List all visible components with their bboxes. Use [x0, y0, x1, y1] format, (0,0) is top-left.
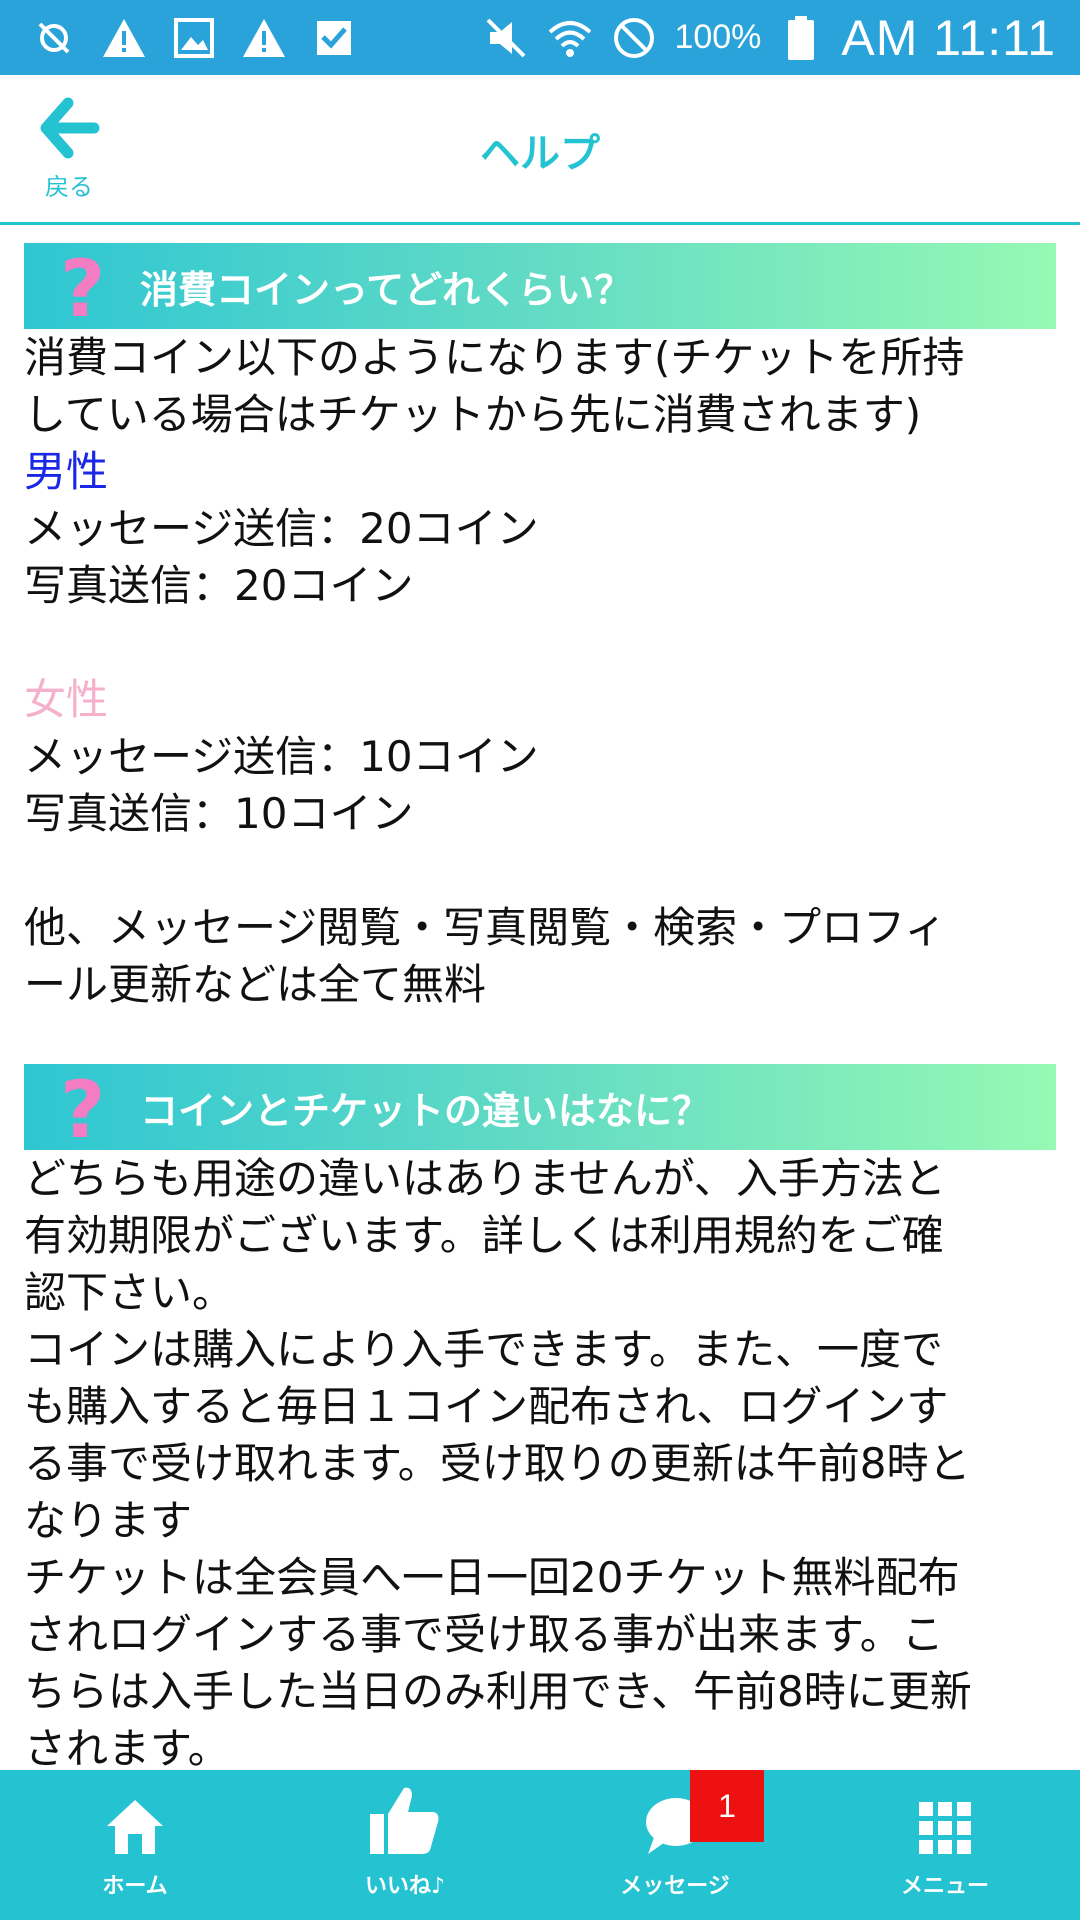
answer-line: どちらも用途の違いはありませんが、入手方法と — [24, 1154, 946, 1203]
status-right-icons: 100% AM 11:11 — [482, 9, 1056, 67]
bottom-nav: ホーム いいね♪ 1 メッセージ メニュー — [0, 1770, 1080, 1920]
nav-message-label: メッセージ — [620, 1874, 730, 1899]
faq-heading: ? 消費コインってどれくらい？ — [24, 243, 1056, 329]
answer-line: なります — [24, 1496, 193, 1545]
answer-line: ちらは入手した当日のみ利用でき、午前8時に更新 — [24, 1667, 972, 1716]
answer-line: メッセージ送信：20コイン — [24, 504, 539, 553]
answer-line: 写真送信：20コイン — [24, 561, 414, 610]
nav-message[interactable]: 1 メッセージ — [540, 1770, 810, 1920]
answer-line: されます。 — [24, 1724, 230, 1770]
answer-line: 写真送信：10コイン — [24, 789, 414, 838]
answer-line: メッセージ送信：10コイン — [24, 732, 539, 781]
answer-line: 消費コイン以下のようになります(チケットを所持 — [24, 333, 965, 382]
female-label: 女性 — [24, 675, 109, 724]
question-icon: ? — [60, 245, 106, 335]
warning-icon — [240, 14, 288, 62]
status-bar: 100% AM 11:11 — [0, 0, 1080, 75]
usb-debug-icon — [30, 14, 78, 62]
faq-answer: どちらも用途の違いはありませんが、入手方法と 有効期限がございます。詳しくは利用… — [24, 1150, 1056, 1770]
nav-menu[interactable]: メニュー — [810, 1770, 1080, 1920]
app-header: 戻る ヘルプ — [0, 75, 1080, 225]
faq-title: 消費コインってどれくらい？ — [140, 267, 633, 312]
clock: AM 11:11 — [841, 9, 1056, 66]
battery-percent: 100% — [674, 18, 762, 56]
nav-menu-label: メニュー — [900, 1874, 989, 1899]
answer-line: している場合はチケットから先に消費されます) — [24, 390, 922, 439]
male-label: 男性 — [24, 447, 109, 496]
answer-line: る事で受け取れます。受け取りの更新は午前8時と — [24, 1439, 971, 1488]
nav-like[interactable]: いいね♪ — [270, 1770, 540, 1920]
home-icon — [105, 1798, 165, 1860]
faq-answer: 消費コイン以下のようになります(チケットを所持 している場合はチケットから先に消… — [24, 329, 1056, 1070]
do-not-disturb-icon — [610, 14, 658, 62]
mute-icon — [482, 14, 530, 62]
help-content[interactable]: ? 消費コインってどれくらい？ 消費コイン以下のようになります(チケットを所持 … — [0, 228, 1080, 1770]
check-icon — [310, 14, 358, 62]
page-title: ヘルプ — [480, 131, 600, 177]
answer-line: コインは購入により入手できます。また、一度で — [24, 1325, 943, 1374]
battery-icon — [777, 14, 825, 62]
answer-line: されログインする事で受け取る事が出来ます。こ — [24, 1610, 944, 1659]
answer-line: ール更新などは全て無料 — [24, 960, 487, 1009]
wifi-icon — [546, 14, 594, 62]
answer-line: も購入すると毎日１コイン配布され、ログインす — [24, 1382, 949, 1431]
grid-menu-icon — [917, 1800, 973, 1860]
answer-line: 他、メッセージ閲覧・写真閲覧・検索・プロフィ — [24, 903, 947, 952]
faq-title: コインとチケットの違いはなに？ — [140, 1088, 711, 1133]
thumbs-up-icon — [368, 1784, 442, 1860]
warning-icon — [100, 14, 148, 62]
nav-home[interactable]: ホーム — [0, 1770, 270, 1920]
answer-line: 有効期限がございます。詳しくは利用規約をご確 — [24, 1211, 944, 1260]
status-left-icons — [30, 14, 358, 62]
image-icon — [170, 14, 218, 62]
nav-like-label: いいね♪ — [364, 1874, 446, 1899]
faq-heading: ? コインとチケットの違いはなに？ — [24, 1064, 1056, 1150]
unread-badge: 1 — [690, 1770, 764, 1842]
question-icon: ? — [60, 1066, 106, 1156]
answer-line: 認下さい。 — [24, 1268, 235, 1317]
nav-home-label: ホーム — [102, 1874, 168, 1899]
answer-line: チケットは全会員へ一日一回20チケット無料配布 — [24, 1553, 960, 1602]
